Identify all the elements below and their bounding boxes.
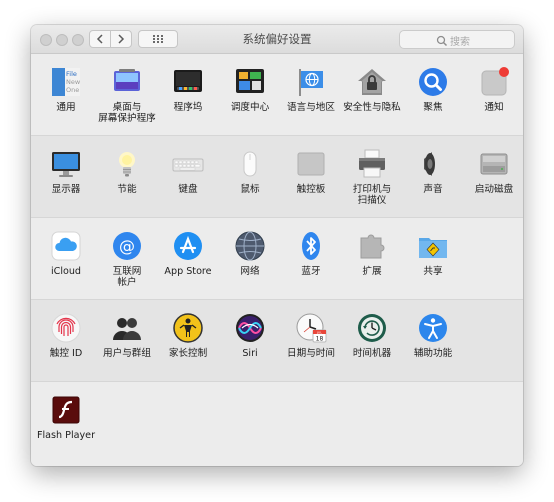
pref-label: 鼠标 [240,184,260,195]
time-machine-icon [358,314,386,342]
pref-label: 安全性与隐私 [343,102,401,113]
pref-label: 声音 [423,184,443,195]
close-button[interactable] [40,34,52,46]
pref-label: 家长控制 [168,348,208,359]
pref-label: 互联网 帐户 [112,266,142,288]
app-store-icon [174,232,202,260]
chevron-right-icon [118,34,125,44]
spotlight-icon [419,68,447,96]
svg-text:18: 18 [316,336,324,343]
general-icon: File New One [52,68,81,96]
desktop-screensaver-icon [114,69,140,91]
show-all-button[interactable] [138,30,178,48]
display-icon [52,152,80,177]
flash-player-icon [52,396,80,424]
mouse-icon [243,151,257,177]
language-region-icon [299,69,323,96]
search-icon [436,35,448,47]
lightbulb-icon [119,152,135,177]
printer-icon [359,149,385,178]
icloud-icon [51,231,81,261]
svg-text:New: New [66,78,81,86]
pref-label: 语言与地区 [287,102,335,113]
search-field[interactable]: 搜索 [399,30,515,49]
pref-label: 调度中心 [230,102,270,113]
section-internet-wireless: iCloud @ 互联网 帐户 App Store 网络 蓝牙 扩展 共享 [31,218,523,300]
chevron-left-icon [96,34,103,44]
svg-text:File: File [66,70,77,78]
svg-text:One: One [66,86,79,94]
pref-label: 触控 ID [49,348,83,359]
section-personal: File New One 通用 桌面与 屏幕保护程序 程序坞 调度中心 语言与地… [31,54,523,136]
users-icon [113,318,141,340]
pref-label: 触控板 [296,184,326,195]
pref-label: 程序坞 [173,102,203,113]
fingerprint-icon [51,313,81,343]
section-system: 触控 ID 用户与群组 家长控制 Siri JUL 18 日期与时间 时间机器 … [31,300,523,382]
grid-icon [153,35,163,43]
pref-label: 扩展 [362,266,382,277]
pref-label: 通用 [56,102,76,113]
pref-label: 显示器 [51,184,81,195]
pref-label: 共享 [423,266,443,277]
parental-controls-icon [173,313,203,343]
network-globe-icon [235,231,265,261]
house-lock-icon [358,69,386,95]
pref-label: iCloud [50,266,82,277]
speaker-icon [424,152,435,176]
keyboard-icon [172,158,204,172]
back-button[interactable] [89,30,111,48]
svg-text:@: @ [119,237,135,256]
pref-label: 网络 [240,266,260,277]
zoom-button[interactable] [72,34,84,46]
dock-icon [174,70,202,92]
forward-button[interactable] [110,30,132,48]
pref-label: 聚焦 [423,102,443,113]
sharing-folder-icon [419,238,447,258]
bluetooth-icon [302,232,320,260]
pref-label: 蓝牙 [301,266,321,277]
accessibility-icon [419,314,447,342]
minimize-button[interactable] [56,34,68,46]
pref-label: 通知 [484,102,504,113]
pref-label: 日期与时间 [287,348,335,359]
pref-label: Siri [242,348,258,359]
hard-disk-icon [480,153,508,175]
notifications-icon [481,67,509,96]
pref-label: 打印机与 扫描仪 [352,184,392,206]
pref-label: 辅助功能 [413,348,453,359]
search-placeholder: 搜索 [450,37,470,48]
pref-label: 节能 [117,184,137,195]
system-preferences-window: 系统偏好设置 搜索 File New One 通用 桌面与 屏幕保护程序 程序坞… [31,25,523,466]
mission-control-icon [236,69,264,93]
siri-icon [236,314,264,342]
clock-calendar-icon: JUL 18 [296,313,327,343]
trackpad-icon [297,152,325,176]
at-sign-icon: @ [113,232,141,260]
svg-text:JUL: JUL [316,330,322,334]
pref-label: 桌面与 屏幕保护程序 [98,102,156,124]
pref-label: 用户与群组 [103,348,151,359]
pref-label: 启动磁盘 [474,184,514,195]
section-other: Flash Player [31,382,523,466]
pref-label: 键盘 [178,184,198,195]
title-bar: 系统偏好设置 搜索 [31,25,523,54]
pref-label: App Store [164,266,212,277]
section-hardware: 显示器 节能 键盘 鼠标 触控板 打印机与 扫描仪 声音 启动磁盘 [31,136,523,218]
pref-label: Flash Player [36,430,96,441]
puzzle-piece-icon [360,234,385,259]
pref-label: 时间机器 [352,348,392,359]
